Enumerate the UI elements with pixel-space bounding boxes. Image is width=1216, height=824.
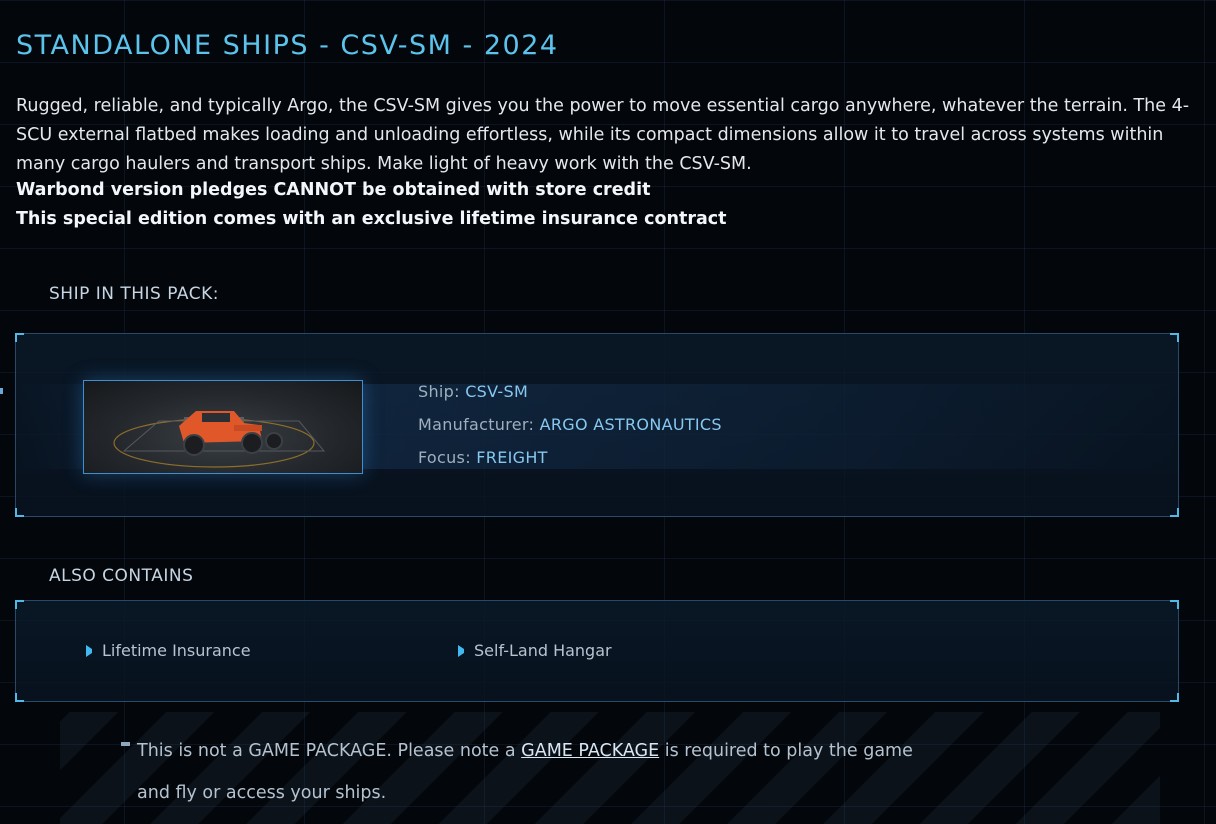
manufacturer-line: Manufacturer: ARGO ASTRONAUTICS	[418, 415, 722, 434]
manufacturer-label: Manufacturer:	[418, 415, 535, 434]
ship-description: Rugged, reliable, and typically Argo, th…	[16, 96, 1190, 174]
corner-bracket	[15, 600, 24, 609]
corner-bracket	[15, 693, 24, 702]
focus-label: Focus:	[418, 448, 471, 467]
feature-item: Lifetime Insurance	[84, 641, 251, 660]
corner-bracket	[15, 508, 24, 517]
ship-name-line: Ship: CSV-SM	[418, 382, 528, 401]
ship-image[interactable]	[83, 380, 363, 474]
game-package-link[interactable]: GAME PACKAGE	[521, 741, 659, 761]
corner-bracket	[15, 333, 24, 342]
warbond-notice: Warbond version pledges CANNOT be obtain…	[16, 180, 651, 200]
ship-section-label: SHIP IN THIS PACK:	[49, 284, 219, 304]
ship-panel: Ship: CSV-SM Manufacturer: ARGO ASTRONAU…	[15, 333, 1179, 517]
edge-marker	[0, 388, 3, 394]
corner-bracket	[1170, 693, 1179, 702]
feature-label: Lifetime Insurance	[102, 641, 251, 660]
ship-name-value: CSV-SM	[465, 382, 529, 401]
also-contains-label: ALSO CONTAINS	[49, 566, 194, 586]
corner-bracket	[1170, 600, 1179, 609]
note-text-before: This is not a GAME PACKAGE. Please note …	[137, 741, 522, 761]
corner-bracket	[1170, 508, 1179, 517]
corner-bracket	[1170, 333, 1179, 342]
ship-name-label: Ship:	[418, 382, 460, 401]
game-package-note: This is not a GAME PACKAGE. Please note …	[137, 730, 917, 814]
also-contains-panel: Lifetime Insurance Self-Land Hangar	[15, 600, 1179, 702]
focus-value: FREIGHT	[476, 448, 548, 467]
chevron-right-icon	[456, 643, 466, 659]
feature-item: Self-Land Hangar	[456, 641, 612, 660]
manufacturer-value: ARGO ASTRONAUTICS	[539, 415, 722, 434]
feature-label: Self-Land Hangar	[474, 641, 612, 660]
page-title: STANDALONE SHIPS - CSV-SM - 2024	[16, 30, 559, 61]
insurance-notice: This special edition comes with an exclu…	[16, 209, 727, 229]
note-bullet-icon	[121, 742, 130, 746]
ship-illustration	[113, 411, 326, 468]
chevron-right-icon	[84, 643, 94, 659]
focus-line: Focus: FREIGHT	[418, 448, 548, 467]
